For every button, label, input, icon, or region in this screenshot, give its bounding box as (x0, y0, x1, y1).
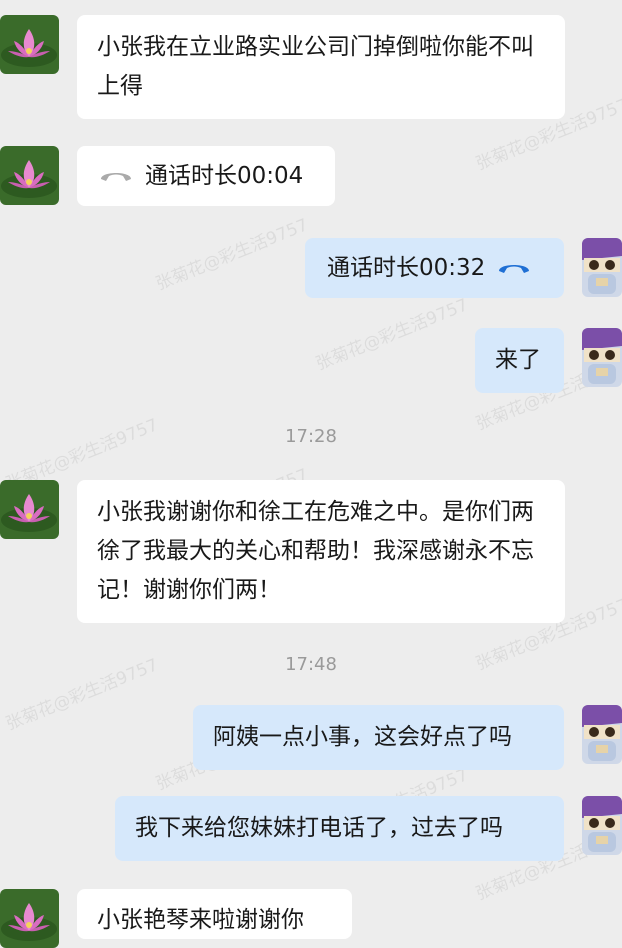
message-bubble[interactable]: 阿姨一点小事，这会好点了吗 (193, 705, 564, 770)
timestamp: 17:48 (285, 654, 337, 675)
call-record-bubble[interactable]: 通话时长00:32 (305, 238, 564, 298)
phone-hangup-icon (99, 146, 133, 206)
message-bubble[interactable]: 来了 (475, 328, 564, 393)
cartoon-robot-avatar-icon[interactable] (582, 238, 622, 297)
lotus-flower-avatar-icon[interactable] (0, 15, 59, 74)
call-duration-text: 通话时长00:32 (327, 255, 486, 281)
cartoon-robot-avatar-icon[interactable] (582, 328, 622, 387)
message-bubble[interactable]: 小张艳琴来啦谢谢你 (77, 889, 352, 939)
watermark: 张菊花@彩生活9757 (153, 215, 312, 295)
message-bubble[interactable]: 我下来给您妹妹打电话了，过去了吗 (115, 796, 564, 861)
lotus-flower-avatar-icon[interactable] (0, 480, 59, 539)
message-bubble[interactable]: 小张我在立业路实业公司门掉倒啦你能不叫上得 (77, 15, 565, 119)
timestamp: 17:28 (285, 426, 337, 447)
call-record-bubble[interactable]: 通话时长00:04 (77, 146, 335, 206)
phone-hangup-icon (497, 238, 531, 298)
message-bubble[interactable]: 小张我谢谢你和徐工在危难之中。是你们两徐了我最大的关心和帮助！我深感谢永不忘记！… (77, 480, 565, 623)
call-duration-text: 通话时长00:04 (145, 163, 304, 189)
lotus-flower-avatar-icon[interactable] (0, 146, 59, 205)
watermark: 张菊花@彩生活9757 (313, 295, 472, 375)
cartoon-robot-avatar-icon[interactable] (582, 796, 622, 855)
cartoon-robot-avatar-icon[interactable] (582, 705, 622, 764)
lotus-flower-avatar-icon[interactable] (0, 889, 59, 948)
